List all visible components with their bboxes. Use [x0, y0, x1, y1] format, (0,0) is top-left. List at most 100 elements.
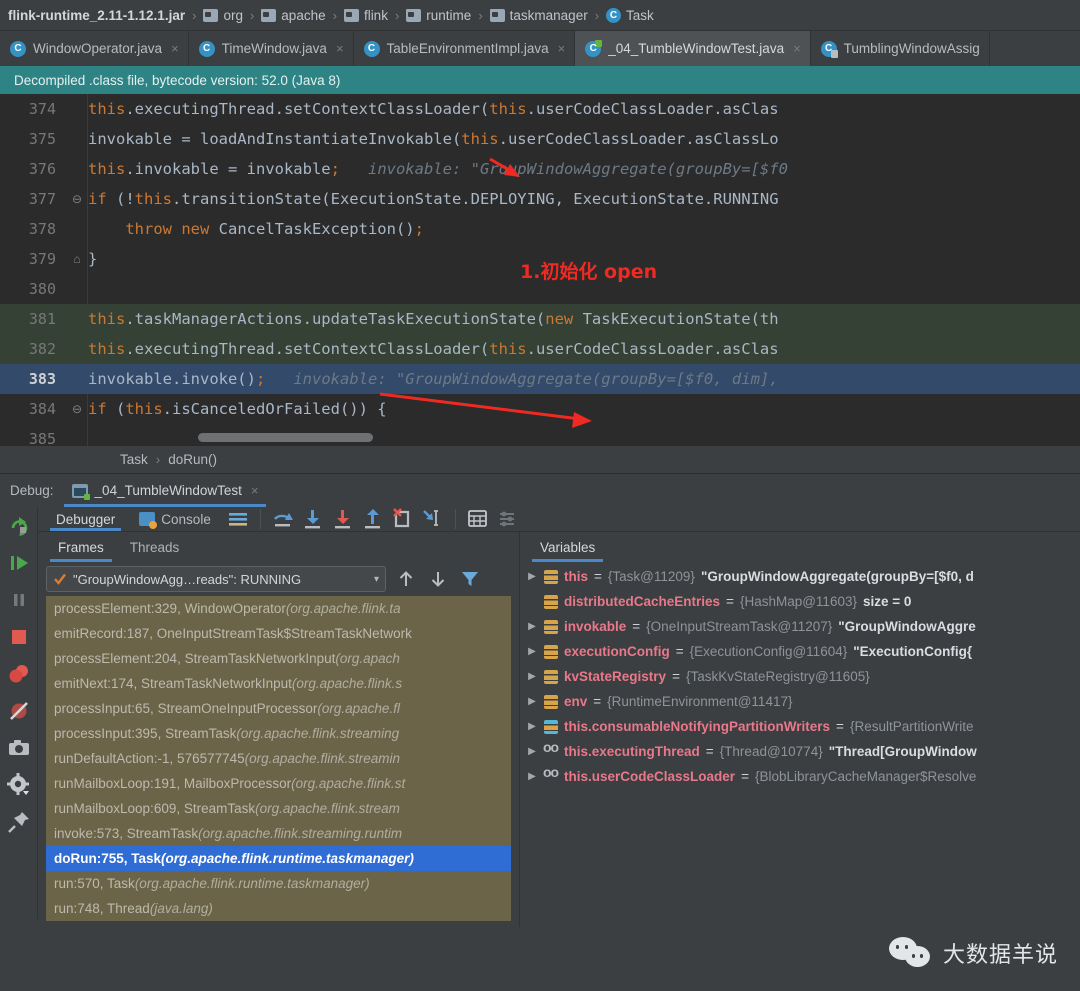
code-line[interactable]: 381this.taskManagerActions.updateTaskExe…	[0, 304, 1080, 334]
frame-package: (org.apach	[335, 651, 400, 666]
close-icon[interactable]: ×	[251, 483, 259, 498]
frame-row[interactable]: processElement:329, WindowOperator (org.…	[46, 596, 511, 621]
breadcrumb-item-org[interactable]: org	[203, 0, 243, 30]
frame-row[interactable]: doRun:755, Task (org.apache.flink.runtim…	[46, 846, 511, 871]
breadcrumb-item-task[interactable]: Task	[606, 0, 654, 30]
view-breakpoints-icon[interactable]	[6, 661, 32, 687]
scrollbar-thumb[interactable]	[198, 433, 373, 442]
tab-debugger[interactable]: Debugger	[46, 507, 125, 531]
debug-session-tab[interactable]: _04_TumbleWindowTest ×	[64, 474, 267, 507]
frame-row[interactable]: invoke:573, StreamTask (org.apache.flink…	[46, 821, 511, 846]
code-line[interactable]: 378 throw new CancelTaskException();	[0, 214, 1080, 244]
expand-triangle-icon[interactable]: ▶	[526, 621, 538, 632]
tab-console[interactable]: Console	[129, 507, 221, 531]
expand-triangle-icon[interactable]: ▶	[526, 571, 538, 582]
frame-row[interactable]: processElement:204, StreamTaskNetworkInp…	[46, 646, 511, 671]
editor-tab-windowoperator[interactable]: WindowOperator.java ×	[0, 31, 189, 66]
variables-list[interactable]: ▶this={Task@11209}"GroupWindowAggregate(…	[520, 562, 1080, 927]
frame-row[interactable]: processInput:395, StreamTask (org.apache…	[46, 721, 511, 746]
breadcrumb-item-flink[interactable]: flink	[344, 0, 388, 30]
breadcrumb-item-apache[interactable]: apache	[261, 0, 325, 30]
editor-breadcrumb-method[interactable]: doRun()	[168, 452, 217, 467]
variable-row[interactable]: ▶this.consumableNotifyingPartitionWriter…	[520, 714, 1080, 739]
fold-marker[interactable]: ⊖	[66, 192, 88, 206]
rerun-icon[interactable]	[6, 513, 32, 539]
frame-row[interactable]: emitRecord:187, OneInputStreamTask$Strea…	[46, 621, 511, 646]
mute-breakpoints-icon[interactable]	[6, 698, 32, 724]
arrow-down-icon[interactable]	[426, 567, 450, 591]
expand-triangle-icon[interactable]: ▶	[526, 646, 538, 657]
screenshot-icon[interactable]	[6, 735, 32, 761]
frame-row[interactable]: runDefaultAction:-1, 576577745 (org.apac…	[46, 746, 511, 771]
expand-triangle-icon[interactable]: ▶	[526, 746, 538, 757]
editor-tab-tumblingwindowassigner[interactable]: TumblingWindowAssig	[811, 31, 990, 66]
frame-method: emitNext:174, StreamTaskNetworkInput	[54, 676, 292, 691]
variable-row[interactable]: ▶this.executingThread={Thread@10774}"Thr…	[520, 739, 1080, 764]
editor-tab-tableenvironmentimpl[interactable]: TableEnvironmentImpl.java ×	[354, 31, 576, 66]
code-line[interactable]: 382this.executingThread.setContextClassL…	[0, 334, 1080, 364]
variable-row[interactable]: ▶kvStateRegistry={TaskKvStateRegistry@11…	[520, 664, 1080, 689]
editor-breadcrumb-class[interactable]: Task	[120, 452, 148, 467]
frame-row[interactable]: emitNext:174, StreamTaskNetworkInput (or…	[46, 671, 511, 696]
expand-triangle-icon[interactable]: ▶	[526, 671, 538, 682]
code-line[interactable]: 379⌂}	[0, 244, 1080, 274]
frame-row[interactable]: processInput:65, StreamOneInputProcessor…	[46, 696, 511, 721]
settings-icon[interactable]	[495, 507, 521, 531]
step-out-icon[interactable]	[360, 507, 386, 531]
variable-row[interactable]: ▶invokable={OneInputStreamTask@11207}"Gr…	[520, 614, 1080, 639]
code-line[interactable]: 383invokable.invoke(); invokable: "Group…	[0, 364, 1080, 394]
tab-variables[interactable]: Variables	[528, 532, 607, 562]
arrow-up-icon[interactable]	[394, 567, 418, 591]
frame-row[interactable]: runMailboxLoop:609, StreamTask (org.apac…	[46, 796, 511, 821]
variable-row[interactable]: ▶executionConfig={ExecutionConfig@11604}…	[520, 639, 1080, 664]
collection-field-icon	[544, 720, 558, 734]
variable-row[interactable]: ▶this={Task@11209}"GroupWindowAggregate(…	[520, 564, 1080, 589]
editor-horizontal-scrollbar[interactable]	[88, 433, 1080, 442]
variable-row[interactable]: ▶env={RuntimeEnvironment@11417}	[520, 689, 1080, 714]
breadcrumb-item-jar[interactable]: flink-runtime_2.11-1.12.1.jar	[8, 0, 185, 30]
editor-tab-tumblewindowtest[interactable]: _04_TumbleWindowTest.java ×	[575, 31, 810, 66]
variable-row[interactable]: ▶this.userCodeClassLoader={BlobLibraryCa…	[520, 764, 1080, 789]
fold-marker[interactable]: ⌂	[66, 252, 88, 266]
thread-selector[interactable]: "GroupWindowAgg…reads": RUNNING ▾	[46, 566, 386, 592]
drop-frame-icon[interactable]	[390, 507, 416, 531]
force-step-into-icon[interactable]	[330, 507, 356, 531]
close-icon[interactable]: ×	[793, 41, 801, 56]
frame-row[interactable]: run:570, Task (org.apache.flink.runtime.…	[46, 871, 511, 896]
code-line[interactable]: 374this.executingThread.setContextClassL…	[0, 94, 1080, 124]
code-line[interactable]: 380	[0, 274, 1080, 304]
close-icon[interactable]: ×	[558, 41, 566, 56]
close-icon[interactable]: ×	[336, 41, 344, 56]
run-to-cursor-icon[interactable]	[420, 507, 446, 531]
show-execution-point-icon[interactable]	[225, 507, 251, 531]
resume-program-icon[interactable]	[6, 550, 32, 576]
step-into-icon[interactable]	[300, 507, 326, 531]
code-line[interactable]: 376this.invokable = invokable; invokable…	[0, 154, 1080, 184]
pin-tab-icon[interactable]	[6, 809, 32, 835]
filter-icon[interactable]	[458, 567, 482, 591]
frame-row[interactable]: run:748, Thread (java.lang)	[46, 896, 511, 921]
tab-frames[interactable]: Frames	[46, 532, 116, 562]
expand-triangle-icon[interactable]: ▶	[526, 696, 538, 707]
breadcrumb-item-taskmanager[interactable]: taskmanager	[490, 0, 588, 30]
code-text: throw new CancelTaskException();	[88, 214, 1080, 244]
editor-tab-timewindow[interactable]: TimeWindow.java ×	[189, 31, 354, 66]
step-over-icon[interactable]	[270, 507, 296, 531]
frame-row[interactable]: runMailboxLoop:191, MailboxProcessor (or…	[46, 771, 511, 796]
code-line[interactable]: 384⊖if (this.isCanceledOrFailed()) {	[0, 394, 1080, 424]
variable-row[interactable]: ▶distributedCacheEntries={HashMap@11603}…	[520, 589, 1080, 614]
settings-gear-icon[interactable]	[6, 772, 32, 798]
stop-icon[interactable]	[6, 624, 32, 650]
code-editor[interactable]: 374this.executingThread.setContextClassL…	[0, 94, 1080, 446]
expand-triangle-icon[interactable]: ▶	[526, 771, 538, 782]
expand-triangle-icon[interactable]: ▶	[526, 721, 538, 732]
frames-list[interactable]: processElement:329, WindowOperator (org.…	[46, 596, 511, 921]
close-icon[interactable]: ×	[171, 41, 179, 56]
breadcrumb-item-runtime[interactable]: runtime	[406, 0, 471, 30]
evaluate-expression-icon[interactable]	[465, 507, 491, 531]
tab-threads[interactable]: Threads	[118, 532, 192, 562]
fold-marker[interactable]: ⊖	[66, 402, 88, 416]
variable-value: size = 0	[863, 594, 911, 609]
code-line[interactable]: 375invokable = loadAndInstantiateInvokab…	[0, 124, 1080, 154]
code-line[interactable]: 377⊖if (!this.transitionState(ExecutionS…	[0, 184, 1080, 214]
